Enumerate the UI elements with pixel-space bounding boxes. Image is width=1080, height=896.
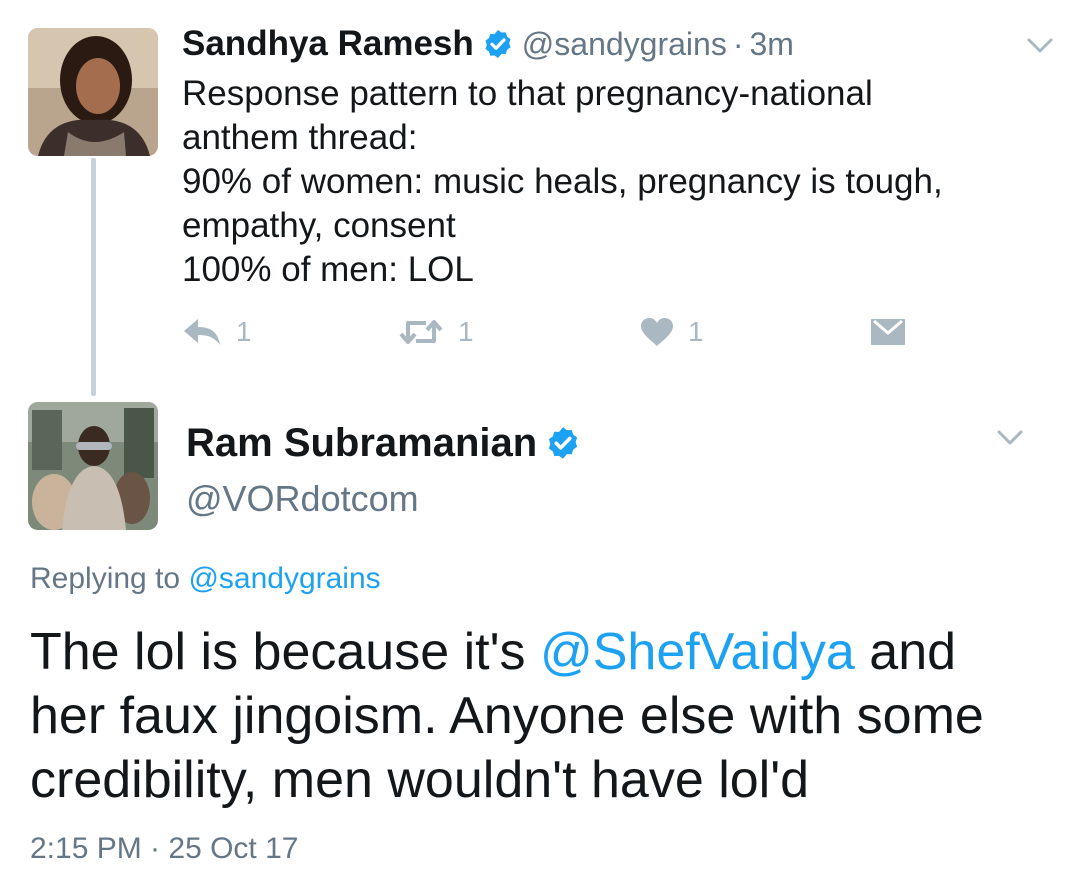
tweet-text-line: empathy, consent: [182, 206, 456, 245]
chevron-down-icon[interactable]: [996, 428, 1024, 448]
reply-icon: [182, 317, 222, 347]
avatar-sandhya-image: [28, 28, 158, 156]
parent-tweet-text: Response pattern to that pregnancy-natio…: [182, 72, 1042, 292]
like-button[interactable]: 1: [640, 312, 704, 352]
tweet-text-segment: and: [854, 623, 957, 681]
tweet-text-line: her faux jingoism. Anyone else with some: [30, 687, 984, 745]
tweet-time[interactable]: 3m: [749, 26, 793, 63]
replying-to-label: Replying to: [30, 562, 189, 595]
tweet-text-line: 100% of men: LOL: [182, 250, 474, 289]
dm-icon: [870, 317, 906, 347]
replying-to-row: Replying to @sandygrains: [30, 562, 381, 596]
avatar-ram-subramanian[interactable]: [28, 402, 158, 530]
tweet-text-line: credibility, men wouldn't have lol'd: [30, 751, 810, 809]
focus-tweet-header: Ram Subramanian: [186, 418, 581, 468]
author-name[interactable]: Ram Subramanian: [186, 421, 537, 466]
mention-link[interactable]: @ShefVaidya: [540, 623, 855, 681]
author-handle[interactable]: @sandygrains: [522, 26, 727, 63]
retweet-button[interactable]: 1: [398, 312, 474, 352]
tweet-text-line: Response pattern to that pregnancy-natio…: [182, 74, 873, 113]
retweet-icon: [398, 317, 444, 347]
tweet-timestamp[interactable]: 2:15 PM · 25 Oct 17: [30, 832, 298, 866]
replying-to-mention-link[interactable]: @sandygrains: [188, 562, 380, 595]
retweet-count: 1: [458, 316, 474, 347]
tweet-text-segment: The lol is because it's: [30, 623, 540, 681]
avatar-ram-image: [28, 402, 158, 530]
author-handle[interactable]: @VORdotcom: [186, 478, 419, 520]
parent-tweet-header: Sandhya Ramesh @sandygrains · 3m: [182, 22, 794, 66]
meta-separator: ·: [732, 25, 744, 62]
heart-icon: [640, 317, 674, 347]
verified-badge-icon: [545, 425, 581, 461]
verified-badge-icon: [482, 28, 514, 60]
like-count: 1: [688, 316, 704, 347]
reply-count: 1: [236, 316, 252, 347]
focus-tweet-text: The lol is because it's @ShefVaidya and …: [30, 620, 1050, 812]
tweet-text-line: The lol is because it's @ShefVaidya and: [30, 620, 1050, 684]
tweet-action-bar: 1 1 1: [182, 312, 942, 352]
author-name[interactable]: Sandhya Ramesh: [182, 24, 474, 64]
direct-message-button[interactable]: [870, 312, 906, 352]
tweet-text-line: anthem thread:: [182, 118, 418, 157]
tweet-text-line: 90% of women: music heals, pregnancy is …: [182, 162, 943, 201]
thread-connector-line: [91, 158, 96, 396]
chevron-down-icon[interactable]: [1026, 36, 1054, 56]
reply-button[interactable]: 1: [182, 312, 252, 352]
avatar-sandhya-ramesh[interactable]: [28, 28, 158, 156]
